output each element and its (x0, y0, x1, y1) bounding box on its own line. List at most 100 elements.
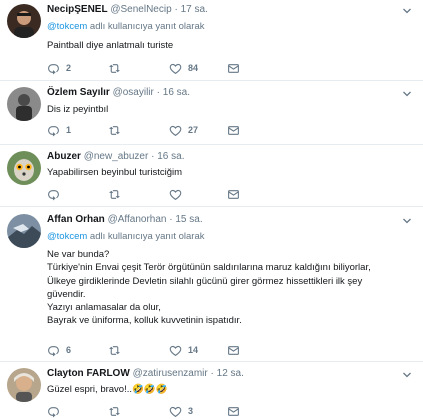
display-name[interactable]: Affan Orhan (47, 214, 105, 225)
avatar[interactable] (7, 87, 41, 121)
tweet-header: Özlem Sayılır @osayilir · 16 sa. (47, 87, 190, 99)
reply-count: 2 (66, 63, 72, 73)
retweet-icon (108, 188, 121, 201)
tweet[interactable]: Clayton FARLOW @zatirusenzamir · 12 sa. … (0, 362, 423, 420)
chevron-down-icon[interactable] (401, 88, 413, 100)
timestamp[interactable]: 16 sa. (163, 87, 190, 98)
direct-message-button[interactable] (227, 404, 240, 418)
user-handle[interactable]: @new_abuzer (84, 151, 149, 162)
chevron-down-icon[interactable] (401, 215, 413, 227)
heart-icon (169, 124, 182, 137)
like-count: 27 (188, 125, 199, 135)
direct-message-button[interactable] (227, 61, 240, 75)
separator-dot: · (151, 151, 155, 162)
direct-message-button[interactable] (227, 187, 240, 201)
tweet[interactable]: Affan Orhan @Affanorhan · 15 sa. @tokcem… (0, 207, 423, 362)
avatar[interactable] (7, 4, 41, 38)
display-name[interactable]: NecipŞENEL (47, 4, 108, 15)
user-handle[interactable]: @osayilir (113, 87, 154, 98)
user-handle[interactable]: @SenelNecip (110, 4, 171, 15)
reply-context-label: adlı kullanıcıya yanıt olarak (87, 21, 205, 32)
like-count: 84 (188, 63, 199, 73)
reply-count: 6 (66, 345, 72, 355)
reply-button[interactable]: 6 (47, 343, 71, 357)
separator-dot: · (174, 4, 178, 15)
tweet-text-line: Yazıyı anlamasalar da olur, (47, 302, 161, 314)
like-button[interactable]: 27 (169, 123, 198, 137)
chevron-down-icon[interactable] (401, 5, 413, 17)
like-button[interactable]: 84 (169, 61, 198, 75)
like-button[interactable]: 14 (169, 343, 198, 357)
tweet[interactable]: Abuzer @new_abuzer · 16 sa. Yapabilirsen… (0, 145, 423, 207)
reply-button[interactable] (47, 404, 66, 418)
retweet-button[interactable] (108, 187, 127, 201)
avatar[interactable] (7, 368, 41, 402)
tweet-text-line: Ne var bunda? (47, 249, 110, 260)
reply-context: @tokcem adlı kullanıcıya yanıt olarak (47, 21, 205, 33)
display-name[interactable]: Clayton FARLOW (47, 368, 130, 379)
reply-button[interactable]: 1 (47, 123, 71, 137)
envelope-icon (227, 62, 240, 75)
separator-dot: · (156, 87, 160, 98)
tweet-actions: 2 84 (47, 61, 247, 75)
avatar[interactable] (7, 214, 41, 248)
reply-count: 1 (66, 125, 72, 135)
retweet-button[interactable] (108, 404, 127, 418)
mention-link[interactable]: @tokcem (47, 21, 87, 32)
chevron-down-icon[interactable] (401, 369, 413, 381)
tweet-text-line: Ülkeye girdiklerinde Devletin silahlı gü… (47, 275, 363, 287)
heart-icon (169, 405, 182, 418)
heart-icon (169, 344, 182, 357)
tweet-header: Clayton FARLOW @zatirusenzamir · 12 sa. (47, 368, 244, 380)
tweet-text-line: Bayrak ve üniforma, kolluk kuvvetinin is… (47, 315, 242, 327)
tweet-header: Abuzer @new_abuzer · 16 sa. (47, 151, 184, 163)
timestamp[interactable]: 12 sa. (217, 368, 244, 379)
envelope-icon (227, 405, 240, 418)
like-button[interactable] (169, 187, 188, 201)
display-name[interactable]: Özlem Sayılır (47, 87, 110, 98)
reply-context-label: adlı kullanıcıya yanıt olarak (87, 231, 205, 242)
heart-icon (169, 188, 182, 201)
tweet-actions: 3 (47, 404, 247, 418)
timestamp[interactable]: 15 sa. (175, 214, 202, 225)
envelope-icon (227, 344, 240, 357)
retweet-button[interactable] (108, 61, 127, 75)
tweet-actions: 1 27 (47, 123, 247, 137)
retweet-button[interactable] (108, 343, 127, 357)
user-handle[interactable]: @Affanorhan (108, 214, 167, 225)
direct-message-button[interactable] (227, 123, 240, 137)
reply-button[interactable]: 2 (47, 61, 71, 75)
tweet[interactable]: NecipŞENEL @SenelNecip · 17 sa. @tokcem … (0, 0, 423, 81)
tweet-actions (47, 187, 247, 201)
tweet-text: Dis iz peyintbıl (47, 104, 109, 115)
tweet-text: Ne var bunda? Türkiye'nin Envai çeşit Te… (47, 248, 411, 328)
timestamp[interactable]: 17 sa. (181, 4, 208, 15)
separator-dot: · (210, 368, 214, 379)
timestamp[interactable]: 16 sa. (157, 151, 184, 162)
separator-dot: · (169, 214, 173, 225)
reply-button[interactable] (47, 187, 66, 201)
reply-icon (47, 405, 60, 418)
retweet-button[interactable] (108, 123, 127, 137)
tweet-text-line: Türkiye'nin Envai çeşit Terör örgütünün … (47, 262, 371, 274)
tweet-actions: 6 14 (47, 343, 247, 357)
tweet-header: Affan Orhan @Affanorhan · 15 sa. (47, 214, 203, 226)
tweet[interactable]: Özlem Sayılır @osayilir · 16 sa. Dis iz … (0, 81, 423, 145)
reply-icon (47, 188, 60, 201)
display-name[interactable]: Abuzer (47, 151, 81, 162)
direct-message-button[interactable] (227, 343, 240, 357)
like-count: 14 (188, 345, 199, 355)
avatar[interactable] (7, 151, 41, 185)
mention-link[interactable]: @tokcem (47, 231, 87, 242)
tweet-text: Yapabilirsen beyinbul turistciğim (47, 167, 182, 178)
retweet-icon (108, 405, 121, 418)
envelope-icon (227, 124, 240, 137)
reply-icon (47, 344, 60, 357)
tweet-header: NecipŞENEL @SenelNecip · 17 sa. (47, 4, 208, 16)
retweet-icon (108, 124, 121, 137)
like-button[interactable]: 3 (169, 404, 193, 418)
user-handle[interactable]: @zatirusenzamir (133, 368, 208, 379)
reply-icon (47, 124, 60, 137)
envelope-icon (227, 188, 240, 201)
heart-icon (169, 62, 182, 75)
